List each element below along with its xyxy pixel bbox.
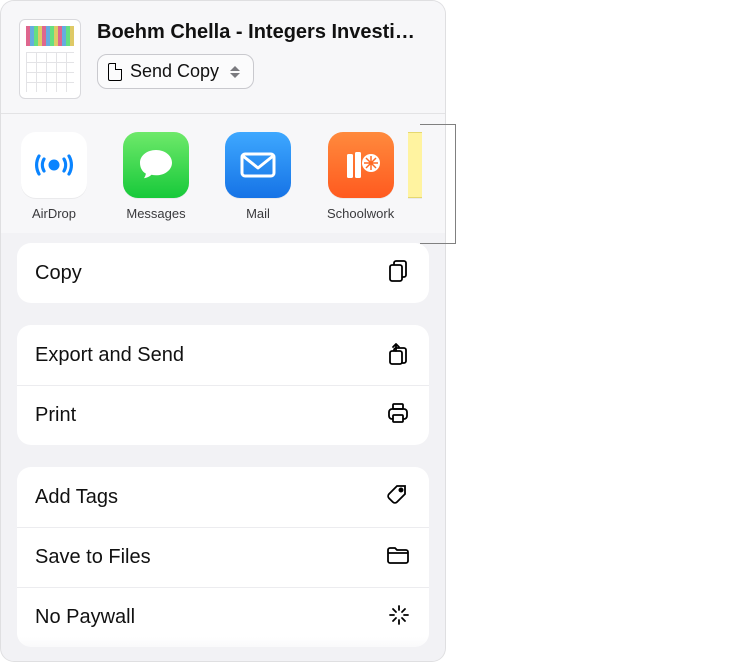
folder-icon (385, 542, 411, 573)
action-export-send[interactable]: Export and Send (17, 325, 429, 385)
export-icon (385, 340, 411, 371)
share-app-airdrop[interactable]: AirDrop (21, 132, 87, 221)
action-label: Export and Send (35, 344, 184, 367)
action-label: Save to Files (35, 546, 151, 569)
tag-icon (385, 482, 411, 513)
share-app-label: Mail (246, 206, 270, 221)
action-label: No Paywall (35, 606, 135, 629)
action-copy[interactable]: Copy (17, 243, 429, 303)
share-sheet: Boehm Chella - Integers Investigati... S… (0, 0, 446, 662)
action-group-2: Export and Send Print (17, 325, 429, 445)
schoolwork-icon (328, 132, 394, 198)
header-right: Boehm Chella - Integers Investigati... S… (97, 19, 427, 99)
action-no-paywall[interactable]: No Paywall (17, 587, 429, 647)
share-app-label: Schoolwork (327, 206, 394, 221)
callout-bracket (420, 124, 456, 244)
chevron-up-down-icon (227, 66, 243, 78)
share-app-label: Messages (126, 206, 185, 221)
action-label: Copy (35, 262, 82, 285)
action-group-1: Copy (17, 243, 429, 303)
share-app-schoolwork[interactable]: Schoolwork (327, 132, 394, 221)
action-save-to-files[interactable]: Save to Files (17, 527, 429, 587)
sparkle-icon (387, 603, 411, 632)
copy-icon (385, 258, 411, 289)
action-label: Add Tags (35, 486, 118, 509)
share-app-messages[interactable]: Messages (123, 132, 189, 221)
action-print[interactable]: Print (17, 385, 429, 445)
share-apps-row[interactable]: AirDrop Messages Mail (1, 114, 445, 233)
share-header: Boehm Chella - Integers Investigati... S… (1, 1, 445, 114)
document-icon (108, 63, 122, 81)
action-group-3: Add Tags Save to Files N (17, 467, 429, 647)
share-app-mail[interactable]: Mail (225, 132, 291, 221)
document-title: Boehm Chella - Integers Investigati... (97, 19, 427, 44)
action-groups: Copy Export and Send (1, 233, 445, 647)
action-label: Print (35, 404, 76, 427)
share-app-label: AirDrop (32, 206, 76, 221)
action-add-tags[interactable]: Add Tags (17, 467, 429, 527)
printer-icon (385, 400, 411, 431)
send-format-picker[interactable]: Send Copy (97, 54, 254, 89)
airdrop-icon (21, 132, 87, 198)
picker-label: Send Copy (130, 61, 219, 82)
document-thumbnail (19, 19, 81, 99)
messages-icon (123, 132, 189, 198)
mail-icon (225, 132, 291, 198)
